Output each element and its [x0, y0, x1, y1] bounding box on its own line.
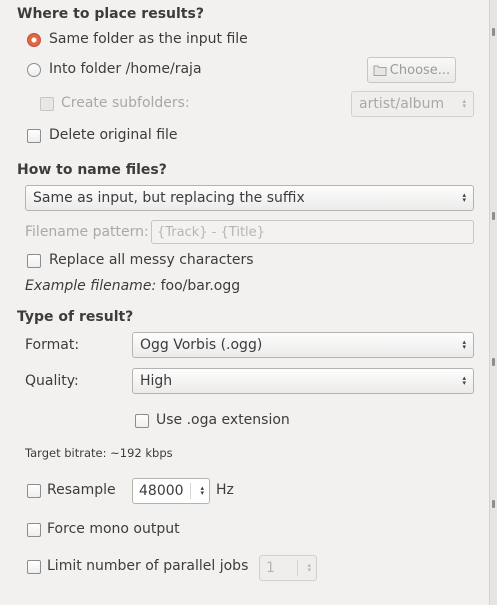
same-folder-radio[interactable]	[27, 33, 41, 47]
naming-option-value: Same as input, but replacing the suffix	[33, 190, 305, 206]
placement-heading: Where to place results?	[17, 6, 204, 22]
resample-checkbox[interactable]	[27, 484, 41, 498]
example-filename: Example filename: foo/bar.ogg	[25, 278, 240, 294]
oga-extension-label[interactable]: Use .oga extension	[156, 412, 290, 428]
example-filename-label: Example filename:	[25, 278, 157, 294]
folder-icon	[373, 64, 387, 76]
window-edge	[489, 0, 497, 605]
spin-arrows-icon: ▴ ▾	[462, 97, 466, 110]
parallel-jobs-spinner[interactable]: 1 ▴ ▾	[259, 555, 317, 581]
spin-arrows-icon: ▴ ▾	[462, 338, 466, 351]
parallel-jobs-value: 1	[266, 560, 275, 576]
create-subfolders-label[interactable]: Create subfolders:	[61, 95, 190, 111]
spin-arrows-icon: ▴ ▾	[200, 484, 204, 497]
force-mono-label[interactable]: Force mono output	[47, 521, 180, 537]
oga-extension-checkbox[interactable]	[135, 414, 149, 428]
format-combo[interactable]: Ogg Vorbis (.ogg) ▴ ▾	[132, 332, 474, 358]
format-label: Format:	[25, 337, 80, 353]
parallel-jobs-label[interactable]: Limit number of parallel jobs	[47, 558, 248, 574]
choose-folder-button[interactable]: Choose...	[367, 57, 456, 83]
into-folder-radio[interactable]	[27, 63, 41, 77]
example-filename-value: foo/bar.ogg	[160, 278, 241, 294]
target-bitrate: Target bitrate: ~192 kbps	[25, 446, 173, 460]
spin-arrows-icon: ▴ ▾	[462, 191, 466, 204]
resample-unit: Hz	[216, 482, 234, 498]
spin-arrows-icon: ▴ ▾	[462, 374, 466, 387]
subfolder-pattern-combo[interactable]: artist/album ▴ ▾	[351, 91, 474, 117]
resample-spinner[interactable]: 48000 ▴ ▾	[132, 478, 210, 504]
resample-value: 48000	[139, 483, 184, 499]
naming-option-combo[interactable]: Same as input, but replacing the suffix …	[25, 185, 474, 211]
format-value: Ogg Vorbis (.ogg)	[140, 337, 263, 353]
same-folder-label[interactable]: Same folder as the input file	[49, 31, 248, 47]
subfolder-pattern-value: artist/album	[359, 96, 445, 112]
replace-messy-label[interactable]: Replace all messy characters	[49, 252, 254, 268]
into-folder-label[interactable]: Into folder /home/raja	[49, 61, 202, 77]
quality-label: Quality:	[25, 373, 79, 389]
choose-button-label: Choose...	[389, 62, 451, 78]
replace-messy-checkbox[interactable]	[27, 254, 41, 268]
spin-arrows-icon: ▴ ▾	[307, 561, 311, 574]
create-subfolders-checkbox[interactable]	[40, 97, 54, 111]
filename-pattern-label: Filename pattern:	[25, 224, 149, 240]
force-mono-checkbox[interactable]	[27, 523, 41, 537]
delete-original-checkbox[interactable]	[27, 129, 41, 143]
quality-combo[interactable]: High ▴ ▾	[132, 368, 474, 394]
naming-heading: How to name files?	[17, 162, 167, 178]
result-heading: Type of result?	[17, 309, 134, 325]
delete-original-label[interactable]: Delete original file	[49, 127, 178, 143]
parallel-jobs-checkbox[interactable]	[27, 560, 41, 574]
filename-pattern-input[interactable]: {Track} - {Title}	[151, 220, 474, 244]
resample-label[interactable]: Resample	[47, 482, 116, 498]
quality-value: High	[140, 373, 173, 389]
